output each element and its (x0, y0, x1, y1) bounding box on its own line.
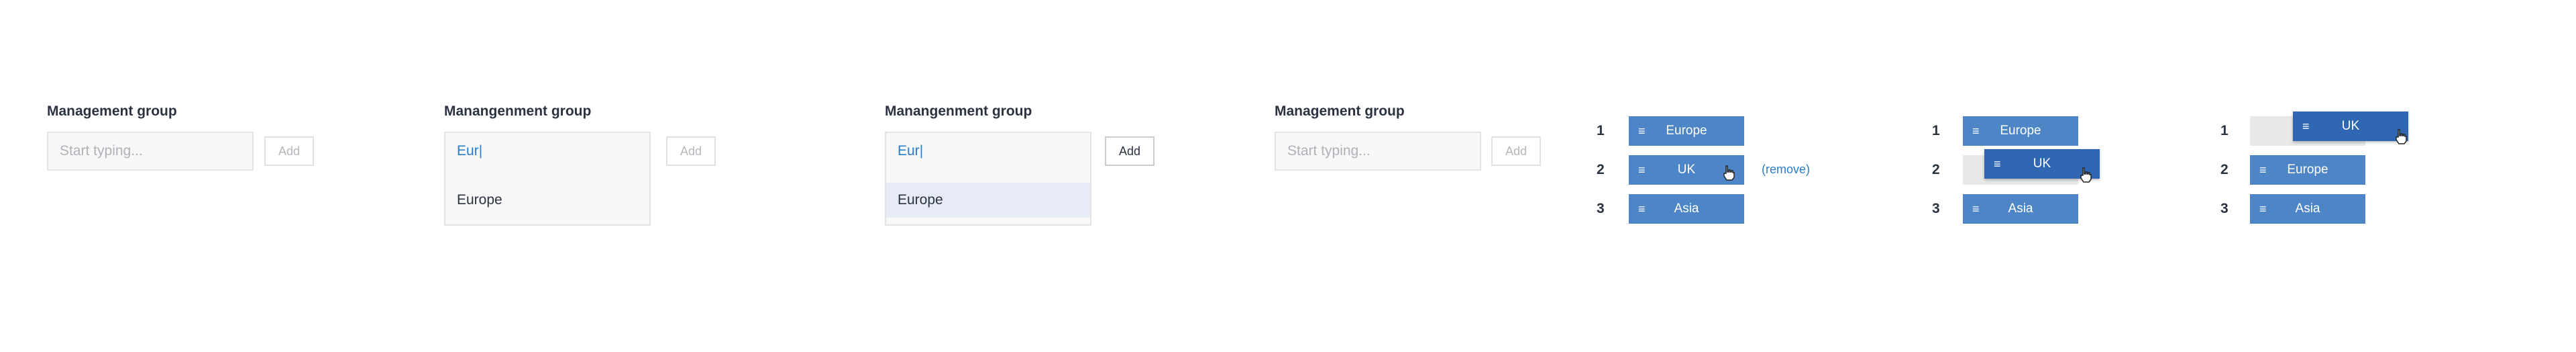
ordered-list-dragging: 1 2 3 ≡ Europe ≡ UK ≡ Asia (1925, 0, 2194, 352)
management-group-input[interactable]: Eur| (885, 132, 1091, 171)
ordered-list-reordered: 1 2 3 ≡ UK ≡ Europe ≡ Asia (2214, 0, 2482, 352)
management-group-input[interactable]: Eur| (444, 132, 651, 171)
chip-label: UK (1677, 163, 1696, 177)
management-group-panel-reset: Management group Start typing... Add (1275, 0, 1610, 352)
field-label: Management group (47, 103, 177, 119)
management-group-panel-empty: Management group Start typing... Add (0, 0, 402, 352)
chip-label: UK (2341, 119, 2360, 133)
drag-handle-icon[interactable]: ≡ (1638, 116, 1646, 146)
drag-handle-icon[interactable]: ≡ (2259, 155, 2267, 185)
list-item-chip[interactable]: ≡ Europe (2250, 155, 2365, 185)
management-group-input[interactable]: Start typing... (1275, 132, 1481, 171)
row-number: 2 (1932, 162, 1940, 177)
management-group-input[interactable]: Start typing... (47, 132, 254, 171)
chip-label: UK (2033, 157, 2051, 171)
drag-handle-icon[interactable]: ≡ (1994, 149, 2001, 179)
add-button[interactable]: Add (264, 136, 314, 166)
drag-handle-icon[interactable]: ≡ (2302, 112, 2310, 141)
drag-handle-icon[interactable]: ≡ (1638, 194, 1646, 224)
hand-cursor-icon (2396, 129, 2407, 144)
list-item-chip[interactable]: ≡ Asia (1629, 194, 1744, 224)
remove-link[interactable]: (remove) (1762, 163, 1810, 177)
row-number: 3 (1597, 201, 1605, 216)
field-label: Management group (1275, 103, 1405, 119)
row-number: 2 (1597, 162, 1605, 177)
chip-label: Asia (1674, 202, 1699, 216)
ordered-list-hover: 1 2 3 ≡ Europe ≡ UK ≡ Asia (remove) (1590, 0, 1858, 352)
chip-label: Europe (2000, 124, 2041, 138)
list-item-chip[interactable]: ≡ Europe (1963, 116, 2078, 146)
row-number: 1 (1932, 123, 1940, 138)
drag-handle-icon[interactable]: ≡ (2259, 194, 2267, 224)
text-caret: | (919, 143, 924, 159)
suggestion-dropdown: Europe (444, 169, 651, 226)
field-label: Manangenment group (885, 103, 1032, 119)
chip-label: Europe (1666, 124, 1707, 138)
management-group-panel-typing: Manangenment group Eur| Add Europe (402, 0, 872, 352)
row-number: 3 (1932, 201, 1940, 216)
list-item-chip[interactable]: ≡ Asia (2250, 194, 2365, 224)
field-label: Manangenment group (444, 103, 592, 119)
hand-cursor-icon (2080, 167, 2092, 183)
row-number: 3 (2220, 201, 2229, 216)
chip-label: Asia (2008, 202, 2033, 216)
input-value: Eur (898, 143, 920, 159)
drag-handle-icon[interactable]: ≡ (1638, 155, 1646, 185)
chip-label: Europe (2287, 163, 2328, 177)
row-number: 1 (2220, 123, 2229, 138)
input-value: Eur (457, 143, 479, 159)
row-number: 1 (1597, 123, 1605, 138)
row-number: 2 (2220, 162, 2229, 177)
suggestion-dropdown: Europe (885, 169, 1091, 226)
add-button[interactable]: Add (666, 136, 716, 166)
dragging-chip[interactable]: ≡ UK (2293, 112, 2408, 141)
suggestion-option[interactable]: Europe (445, 183, 649, 218)
list-item-chip[interactable]: ≡ Europe (1629, 116, 1744, 146)
text-caret: | (478, 143, 483, 159)
add-button[interactable]: Add (1491, 136, 1541, 166)
management-group-panel-highlighted: Manangenment group Eur| Add Europe (872, 0, 1275, 352)
hand-cursor-icon (1723, 165, 1735, 181)
chip-label: Asia (2295, 202, 2320, 216)
add-button[interactable]: Add (1105, 136, 1155, 166)
drag-handle-icon[interactable]: ≡ (1972, 116, 1980, 146)
drag-handle-icon[interactable]: ≡ (1972, 194, 1980, 224)
suggestion-option-highlighted[interactable]: Europe (886, 183, 1090, 218)
list-item-chip[interactable]: ≡ Asia (1963, 194, 2078, 224)
